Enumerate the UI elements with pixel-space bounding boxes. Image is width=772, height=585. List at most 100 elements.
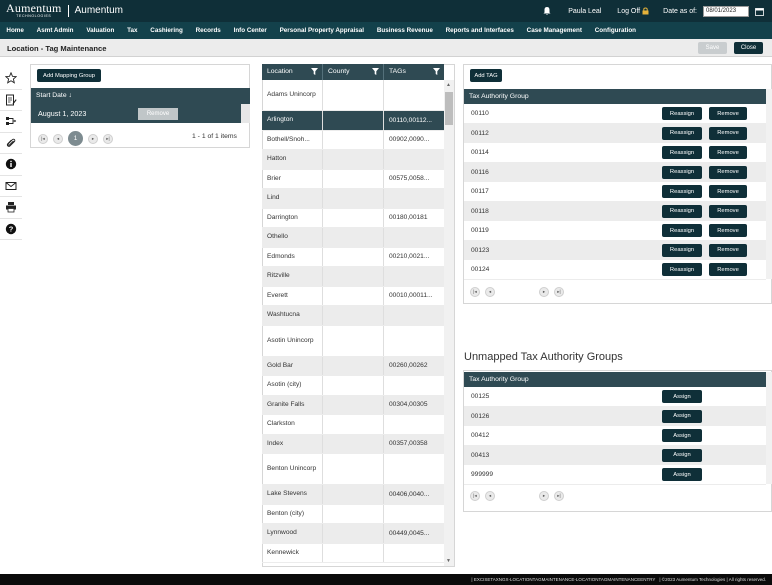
reassign-button[interactable]: Reassign xyxy=(662,243,702,257)
reassign-button[interactable]: Reassign xyxy=(662,204,702,218)
reassign-button[interactable]: Reassign xyxy=(662,263,702,276)
first-page-icon[interactable]: |◂ xyxy=(470,491,480,501)
reassign-button[interactable]: Reassign xyxy=(662,224,702,237)
remove-mapping-button[interactable]: Remove xyxy=(138,108,178,120)
calendar-icon[interactable] xyxy=(755,7,764,16)
reassign-button[interactable]: Reassign xyxy=(662,146,702,159)
location-row[interactable]: Othello xyxy=(262,228,444,248)
first-page-icon[interactable]: |◂ xyxy=(38,133,48,144)
location-row[interactable]: Washtucna xyxy=(262,306,444,326)
location-row[interactable]: Darrington 00180,00181 xyxy=(262,208,444,228)
reassign-button[interactable]: Reassign xyxy=(662,107,702,120)
save-button[interactable]: Save xyxy=(698,42,727,54)
mapping-scrollbar[interactable] xyxy=(241,104,250,123)
location-row[interactable]: Ritzville xyxy=(262,267,444,287)
remove-tag-button[interactable]: Remove xyxy=(709,146,747,159)
help-icon[interactable]: ? xyxy=(0,219,22,240)
location-row[interactable]: Asotin Unincorp xyxy=(262,325,444,357)
unmapped-header[interactable]: Tax Authority Group xyxy=(464,372,766,387)
logoff-link[interactable]: Log Off xyxy=(617,7,649,15)
menu-case-management[interactable]: Case Management xyxy=(520,27,588,34)
next-page-icon[interactable]: ▸ xyxy=(539,491,549,501)
assign-button[interactable]: Assign xyxy=(662,468,702,481)
remove-tag-button[interactable]: Remove xyxy=(709,185,747,198)
mail-icon[interactable] xyxy=(0,176,22,197)
remove-tag-button[interactable]: Remove xyxy=(709,243,747,257)
filter-icon[interactable] xyxy=(372,68,379,75)
location-row[interactable]: Brier 00575,0058... xyxy=(262,169,444,189)
aumentum-logo[interactable]: Aumentum TECHNOLOGIES xyxy=(6,2,62,18)
workflow-icon[interactable] xyxy=(0,111,22,133)
user-name[interactable]: Paula Leal xyxy=(568,8,601,15)
location-row[interactable]: Everett 00010,00011... xyxy=(262,286,444,306)
assign-button[interactable]: Assign xyxy=(662,429,702,442)
location-column-header[interactable]: Location xyxy=(262,64,323,80)
prev-page-icon[interactable]: ◂ xyxy=(53,133,63,144)
attachment-icon[interactable] xyxy=(0,133,22,154)
tag-group-scrollbar[interactable] xyxy=(766,89,772,279)
location-row[interactable]: Lynnwood 00449,0045... xyxy=(262,524,444,544)
reassign-button[interactable]: Reassign xyxy=(662,165,702,179)
menu-configuration[interactable]: Configuration xyxy=(588,27,642,34)
bell-icon[interactable] xyxy=(542,6,552,16)
last-page-icon[interactable]: ▸| xyxy=(103,133,113,144)
location-row[interactable]: Gold Bar 00260,00262 xyxy=(262,356,444,376)
location-row[interactable]: Hatton xyxy=(262,150,444,170)
reassign-button[interactable]: Reassign xyxy=(662,126,702,140)
menu-home[interactable]: Home xyxy=(0,27,30,34)
tags-column-header[interactable]: TAGs xyxy=(384,64,444,80)
filter-icon[interactable] xyxy=(433,68,440,75)
remove-tag-button[interactable]: Remove xyxy=(709,126,747,140)
remove-tag-button[interactable]: Remove xyxy=(709,224,747,237)
date-as-of-input[interactable]: 08/01/2023 xyxy=(703,5,749,17)
location-row[interactable]: Granite Falls 00304,00305 xyxy=(262,395,444,415)
unmapped-scrollbar[interactable] xyxy=(766,372,772,484)
last-page-icon[interactable]: ▸| xyxy=(554,287,564,297)
assign-button[interactable]: Assign xyxy=(662,448,702,462)
info-icon[interactable] xyxy=(0,154,22,176)
location-row[interactable]: Asotin (city) xyxy=(262,376,444,396)
location-row[interactable]: Clarkston xyxy=(262,415,444,435)
location-row[interactable]: Adams Unincorp xyxy=(262,80,444,111)
mapping-group-row[interactable]: August 1, 2023 xyxy=(31,104,241,123)
prev-page-icon[interactable]: ◂ xyxy=(485,491,495,501)
next-page-icon[interactable]: ▸ xyxy=(88,133,98,144)
location-row[interactable]: Arlington 00110,00112... xyxy=(262,111,444,131)
filter-icon[interactable] xyxy=(311,68,318,75)
location-row[interactable]: Bothell/Snoh... 00902,0090... xyxy=(262,130,444,150)
start-date-header[interactable]: Start Date ↓ xyxy=(31,88,241,104)
remove-tag-button[interactable]: Remove xyxy=(709,165,747,179)
location-row[interactable]: Lind xyxy=(262,189,444,209)
location-row[interactable]: Kennewick xyxy=(262,543,444,563)
remove-tag-button[interactable]: Remove xyxy=(709,263,747,276)
location-row[interactable]: Benton Unincorp xyxy=(262,454,444,485)
menu-tax[interactable]: Tax xyxy=(121,27,144,34)
menu-personal-property[interactable]: Personal Property Appraisal xyxy=(273,27,370,34)
tag-group-header[interactable]: Tax Authority Group xyxy=(464,89,766,104)
last-page-icon[interactable]: ▸| xyxy=(554,491,564,501)
location-row[interactable]: Benton (city) xyxy=(262,504,444,524)
menu-asmt-admin[interactable]: Asmt Admin xyxy=(30,27,80,34)
add-mapping-group-button[interactable]: Add Mapping Group xyxy=(37,69,101,82)
next-page-icon[interactable]: ▸ xyxy=(539,287,549,297)
location-scrollbar[interactable] xyxy=(444,80,454,566)
favorite-icon[interactable] xyxy=(0,68,22,90)
menu-valuation[interactable]: Valuation xyxy=(80,27,121,34)
menu-records[interactable]: Records xyxy=(189,27,227,34)
remove-tag-button[interactable]: Remove xyxy=(709,204,747,218)
reassign-button[interactable]: Reassign xyxy=(662,185,702,198)
add-tag-button[interactable]: Add TAG xyxy=(470,69,502,82)
print-icon[interactable] xyxy=(0,197,22,219)
document-edit-icon[interactable] xyxy=(0,90,22,111)
menu-info-center[interactable]: Info Center xyxy=(227,27,273,34)
county-column-header[interactable]: County xyxy=(323,64,384,80)
first-page-icon[interactable]: |◂ xyxy=(470,287,480,297)
location-row[interactable]: Lake Stevens 00406,0040... xyxy=(262,485,444,505)
assign-button[interactable]: Assign xyxy=(662,409,702,423)
prev-page-icon[interactable]: ◂ xyxy=(485,287,495,297)
scroll-up-icon[interactable]: ▲ xyxy=(446,82,451,88)
current-page[interactable]: 1 xyxy=(68,131,83,146)
remove-tag-button[interactable]: Remove xyxy=(709,107,747,120)
assign-button[interactable]: Assign xyxy=(662,390,702,403)
close-button[interactable]: Close xyxy=(734,42,763,54)
